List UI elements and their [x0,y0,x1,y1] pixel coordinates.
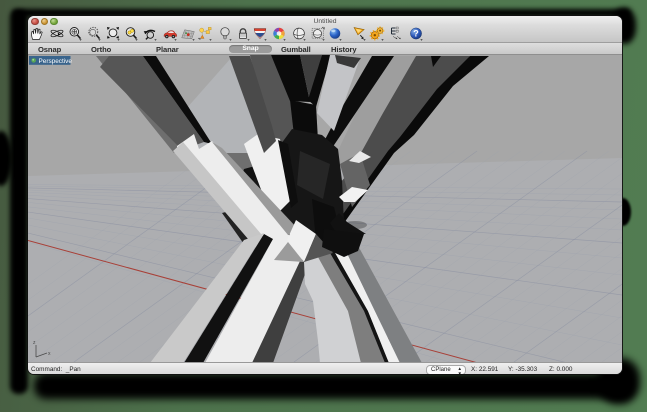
svg-text:Perspective: Perspective [39,58,73,65]
svg-text:?: ? [413,29,419,39]
